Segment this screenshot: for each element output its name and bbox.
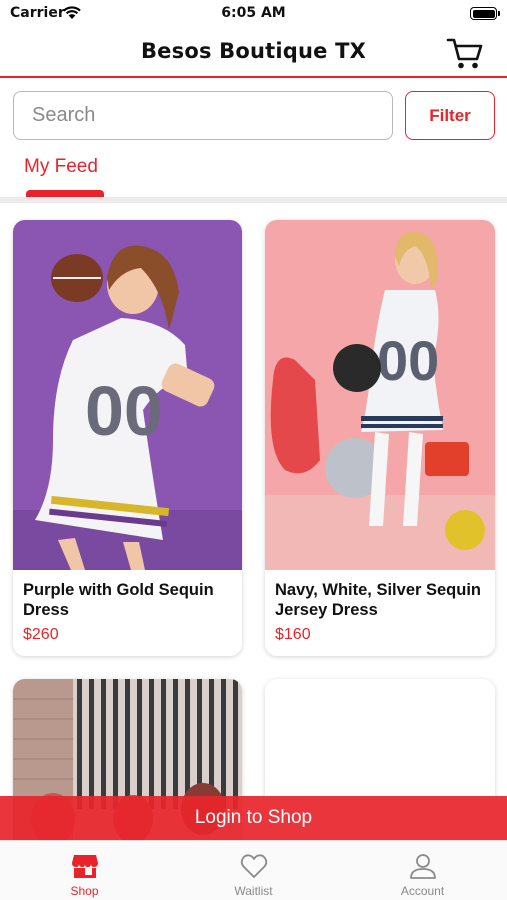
tab-label: Waitlist xyxy=(234,884,273,898)
product-price: $160 xyxy=(275,626,311,643)
search-input[interactable] xyxy=(13,91,393,140)
filter-button[interactable]: Filter xyxy=(405,91,495,140)
cart-button[interactable] xyxy=(445,36,485,70)
divider xyxy=(0,197,507,203)
product-name: Purple with Gold Sequin Dress xyxy=(23,581,214,619)
product-image[interactable]: 00 xyxy=(13,220,242,570)
login-to-shop-button[interactable]: Login to Shop xyxy=(0,796,507,840)
cart-icon xyxy=(446,38,483,69)
tab-bar: Shop Waitlist Account xyxy=(0,840,507,900)
battery-icon xyxy=(470,7,500,20)
tab-shop[interactable]: Shop xyxy=(0,841,169,900)
tab-waitlist[interactable]: Waitlist xyxy=(169,841,338,900)
tab-my-feed[interactable]: My Feed xyxy=(24,156,98,178)
svg-text:00: 00 xyxy=(85,372,163,450)
page-title: Besos Boutique TX xyxy=(140,39,367,63)
product-name: Navy, White, Silver Sequin Jersey Dress xyxy=(275,581,482,619)
search-row: Filter xyxy=(13,91,495,141)
heart-icon xyxy=(240,854,267,878)
nav-bar: Besos Boutique TX xyxy=(0,30,507,78)
product-card[interactable]: 00 Navy, White, Silver Sequin Jersey Dre… xyxy=(265,220,495,656)
feed-tabs: My Feed xyxy=(0,150,507,200)
product-price: $260 xyxy=(23,626,59,643)
product-image[interactable]: 00 xyxy=(265,220,495,570)
tab-label: Shop xyxy=(70,884,99,898)
status-bar: Carrier 6:05 AM xyxy=(0,0,507,30)
store-icon xyxy=(71,855,98,878)
person-icon xyxy=(409,854,436,879)
product-card[interactable]: 00 Purple with Gold Sequin Dress $260 xyxy=(13,220,242,656)
svg-text:00: 00 xyxy=(377,329,439,392)
tab-account[interactable]: Account xyxy=(338,841,507,900)
status-time: 6:05 AM xyxy=(221,5,286,21)
tab-label: Account xyxy=(400,884,445,898)
